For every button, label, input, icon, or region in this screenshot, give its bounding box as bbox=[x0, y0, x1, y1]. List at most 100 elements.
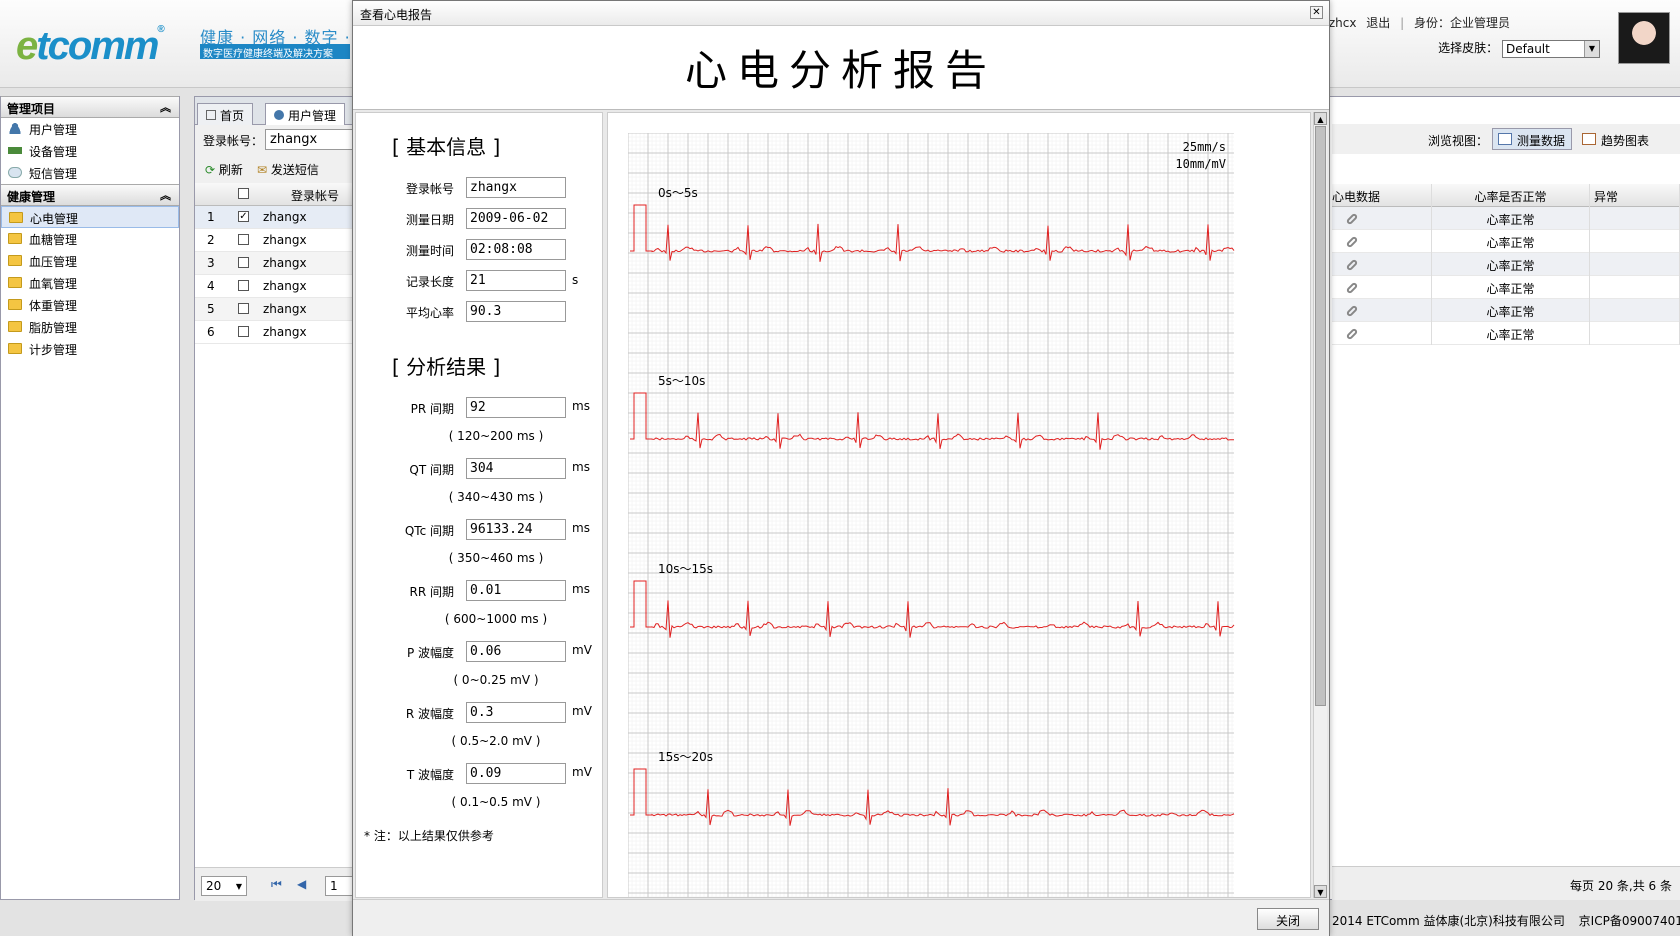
sidebar-item-label: 体重管理 bbox=[29, 299, 78, 313]
row-account: zhangx bbox=[263, 256, 307, 270]
paperclip-icon[interactable] bbox=[1345, 235, 1359, 249]
collapse-icon[interactable]: ︽ bbox=[160, 99, 171, 115]
heart-rate-status: 心率正常 bbox=[1432, 230, 1590, 253]
tab-home[interactable]: 首页 bbox=[197, 103, 254, 125]
table-row[interactable]: 6 zhangx bbox=[195, 321, 355, 344]
table-row[interactable]: 3 zhangx bbox=[195, 252, 355, 275]
paperclip-icon[interactable] bbox=[1345, 304, 1359, 318]
folder-icon bbox=[8, 321, 22, 332]
close-icon[interactable]: ✕ bbox=[1310, 6, 1323, 19]
table-row[interactable]: 心率正常 bbox=[1332, 276, 1680, 299]
row-checkbox[interactable] bbox=[238, 257, 249, 268]
sidebar-item-users[interactable]: 用户管理 bbox=[1, 118, 179, 140]
right-grid-panel: 浏览视图： 测量数据 趋势图表 心电数据 心率是否正常 异常 心率正常 心率正常心… bbox=[1332, 96, 1680, 900]
view-data-button[interactable]: 测量数据 bbox=[1492, 128, 1573, 150]
ecg-segment-label: 0s～5s bbox=[658, 186, 698, 200]
select-all-checkbox[interactable] bbox=[238, 188, 249, 199]
ecg-gain-label: 10mm/mV bbox=[1175, 157, 1226, 171]
measure-rows: 心率正常 心率正常 心率正常 心率正常 心率正常 心率正常 bbox=[1332, 207, 1680, 345]
row-checkbox[interactable]: ✓ bbox=[238, 211, 249, 222]
paperclip-icon[interactable] bbox=[1345, 327, 1359, 341]
field-value: 02:08:08 bbox=[466, 239, 566, 260]
table-row[interactable]: 5 zhangx bbox=[195, 298, 355, 321]
vertical-scrollbar[interactable]: ▲ ▼ bbox=[1313, 112, 1327, 898]
table-row[interactable]: 1 ✓ zhangx bbox=[195, 206, 355, 229]
table-row[interactable]: 心率正常 bbox=[1332, 322, 1680, 345]
normal-range: ( 600~1000 ms ) bbox=[444, 612, 548, 626]
table-row[interactable]: 2 zhangx bbox=[195, 229, 355, 252]
paperclip-icon[interactable] bbox=[1345, 258, 1359, 272]
row-number: 4 bbox=[207, 279, 215, 293]
field-unit: ms bbox=[572, 460, 590, 474]
attachment-cell[interactable] bbox=[1332, 276, 1432, 299]
row-checkbox[interactable] bbox=[238, 326, 249, 337]
sidebar-item-weight[interactable]: 体重管理 bbox=[1, 294, 179, 316]
table-row[interactable]: 心率正常 bbox=[1332, 207, 1680, 230]
refresh-icon: ⟳ bbox=[205, 163, 216, 177]
scroll-up-icon[interactable]: ▲ bbox=[1314, 112, 1327, 125]
sidebar-item-blood-pressure[interactable]: 血压管理 bbox=[1, 250, 179, 272]
scroll-thumb[interactable] bbox=[1315, 126, 1326, 706]
paperclip-icon[interactable] bbox=[1345, 281, 1359, 295]
skin-select[interactable]: Default ▼ bbox=[1502, 39, 1600, 58]
sidebar-item-ecg[interactable]: 心电管理 bbox=[1, 206, 179, 228]
attachment-cell[interactable] bbox=[1332, 299, 1432, 322]
search-bar: 登录帐号： zhangx bbox=[195, 125, 355, 155]
field-value: 304 bbox=[466, 458, 566, 479]
table-row[interactable]: 心率正常 bbox=[1332, 299, 1680, 322]
sidebar-item-devices[interactable]: 设备管理 bbox=[1, 140, 179, 162]
scroll-down-icon[interactable]: ▼ bbox=[1314, 885, 1327, 898]
row-checkbox[interactable] bbox=[238, 234, 249, 245]
sidebar-item-oxygen[interactable]: 血氧管理 bbox=[1, 272, 179, 294]
sidebar: 管理项目 ︽ 用户管理 设备管理 短信管理 健康管理 ︽ 心电管理 血糖管理 血压管… bbox=[0, 96, 180, 900]
sidebar-item-label: 计步管理 bbox=[29, 343, 78, 357]
view-trend-button[interactable]: 趋势图表 bbox=[1576, 128, 1656, 150]
normal-range: ( 0.5~2.0 mV ) bbox=[451, 734, 541, 748]
page-size-select[interactable]: 20 ▼ bbox=[201, 876, 247, 896]
abnormal-cell bbox=[1594, 207, 1680, 230]
attachment-cell[interactable] bbox=[1332, 230, 1432, 253]
measure-grid-header: 心电数据 心率是否正常 异常 bbox=[1332, 184, 1680, 207]
sidebar-section-health[interactable]: 健康管理 ︽ bbox=[1, 184, 179, 206]
field-unit: ms bbox=[572, 521, 590, 535]
abnormal-cell bbox=[1594, 322, 1680, 345]
sidebar-item-sms[interactable]: 短信管理 bbox=[1, 162, 179, 184]
attachment-cell[interactable] bbox=[1332, 207, 1432, 230]
field-value: 0.01 bbox=[466, 580, 566, 601]
field-label: 平均心率 bbox=[405, 306, 454, 320]
sidebar-section-management[interactable]: 管理项目 ︽ bbox=[1, 96, 179, 118]
sms-icon bbox=[8, 167, 22, 178]
sidebar-item-fat[interactable]: 脂肪管理 bbox=[1, 316, 179, 338]
sidebar-item-pedometer[interactable]: 计步管理 bbox=[1, 338, 179, 360]
paperclip-icon[interactable] bbox=[1345, 212, 1359, 226]
page-number-input[interactable]: 1 bbox=[325, 876, 355, 896]
ecg-segment-label: 10s～15s bbox=[658, 562, 713, 576]
folder-icon bbox=[8, 299, 22, 310]
row-checkbox[interactable] bbox=[238, 280, 249, 291]
search-input[interactable]: zhangx bbox=[265, 129, 355, 150]
attachment-cell[interactable] bbox=[1332, 322, 1432, 345]
attachment-cell[interactable] bbox=[1332, 253, 1432, 276]
folder-icon bbox=[8, 343, 22, 354]
tab-user-management[interactable]: 用户管理 bbox=[265, 103, 346, 125]
ecg-segment-label: 5s～10s bbox=[658, 374, 705, 388]
dialog-titlebar[interactable]: 查看心电报告 ✕ bbox=[353, 1, 1329, 26]
first-page-icon[interactable]: ⏮ bbox=[271, 877, 282, 892]
user-role: 身份：企业管理员 bbox=[1413, 16, 1510, 30]
table-row[interactable]: 心率正常 bbox=[1332, 230, 1680, 253]
close-button[interactable]: 关闭 bbox=[1257, 908, 1319, 930]
table-row[interactable]: 4 zhangx bbox=[195, 275, 355, 298]
field-label: 测量日期 bbox=[405, 213, 454, 227]
folder-icon bbox=[9, 212, 23, 223]
sidebar-item-glucose[interactable]: 血糖管理 bbox=[1, 228, 179, 250]
heart-rate-status: 心率正常 bbox=[1432, 322, 1590, 345]
table-row[interactable]: 心率正常 bbox=[1332, 253, 1680, 276]
refresh-button[interactable]: ⟳ 刷新 bbox=[205, 161, 243, 178]
tab-label: 用户管理 bbox=[288, 109, 337, 123]
logout-link[interactable]: 退出 bbox=[1366, 16, 1390, 30]
send-sms-button[interactable]: ✉ 发送短信 bbox=[257, 161, 319, 178]
collapse-icon[interactable]: ︽ bbox=[160, 187, 171, 203]
row-checkbox[interactable] bbox=[238, 303, 249, 314]
search-label: 登录帐号： bbox=[203, 134, 264, 148]
prev-page-icon[interactable]: ◀ bbox=[297, 877, 306, 891]
